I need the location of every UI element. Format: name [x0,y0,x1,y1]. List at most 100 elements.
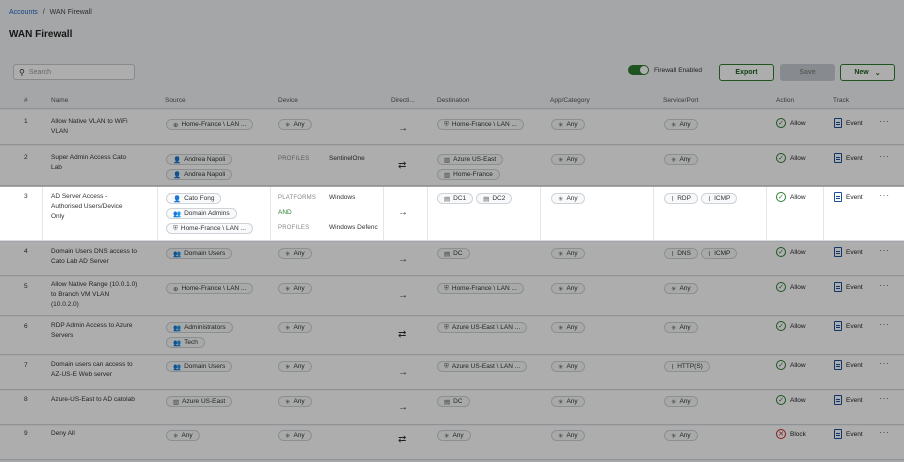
column-header-destination[interactable]: Destination [437,97,470,104]
destination-chip[interactable]: ⛨ Azure US-East \ LAN ... [437,361,528,372]
more-icon[interactable]: ··· [879,246,890,255]
destination-chip[interactable]: ⛨ Azure US-East \ LAN ... [437,322,528,333]
source-chip[interactable]: 👥 Domain Users [166,248,233,259]
search-icon: ⚲ [19,67,25,77]
device-chip[interactable]: ✳ Any [278,322,312,333]
service-chip[interactable]: ⌇ ICMP [700,248,738,259]
more-icon[interactable]: ··· [879,320,890,329]
save-button[interactable]: Save [780,64,835,81]
column-header-device[interactable]: Device [278,97,298,104]
device-chip[interactable]: ✳ Any [278,283,312,294]
more-icon[interactable]: ··· [879,191,890,200]
device-chip[interactable]: ✳ Any [278,361,312,372]
source-chip[interactable]: ▥ Azure US-East [166,396,233,407]
column-header-track[interactable]: Track [833,97,849,104]
app-chip[interactable]: ✳ Any [551,119,585,130]
app-chip[interactable]: ✳ Any [551,248,585,259]
source-chip[interactable]: 👥 Administrators [166,322,233,333]
service-chip[interactable]: ✳ Any [664,322,698,333]
app-chip[interactable]: ✳ Any [551,322,585,333]
app-chip[interactable]: ✳ Any [551,283,585,294]
app-chip[interactable]: ✳ Any [551,396,585,407]
destination-chip[interactable]: ▤ DC2 [476,193,513,204]
service-chip-label: Any [679,121,691,128]
breadcrumb-accounts-link[interactable]: Accounts [9,9,38,16]
service-chip[interactable]: ⌇ ICMP [700,193,738,204]
table-row[interactable]: 4 Domain Users DNS access to Cato Lab AD… [0,242,904,276]
source-chip[interactable]: 👤 Cato Fong [166,193,222,204]
source-chip[interactable]: 👥 Domain Users [166,361,233,372]
column-header-source[interactable]: Source [165,97,186,104]
source-chip[interactable]: ⛨ Home-France \ LAN ... [166,223,253,234]
service-chip[interactable]: ⌇ DNS [664,248,698,259]
track-label: Event [846,430,863,438]
search-input[interactable]: ⚲ Search [13,64,135,80]
table-row[interactable]: 5 Allow Native Range (10.0.1.0) to Branc… [0,277,904,316]
service-chip[interactable]: ✳ Any [664,396,698,407]
destination-chip[interactable]: ▤ DC [437,248,470,259]
service-chip[interactable]: ✳ Any [664,430,698,441]
destination-chip[interactable]: ✳ Any [437,430,471,441]
network-icon: ⛨ [444,362,449,370]
service-chip[interactable]: ✳ Any [664,283,698,294]
source-chip[interactable]: 👥 Tech [166,337,205,348]
column-header-direction[interactable]: Directi... [391,97,415,104]
track-label: Event [846,396,863,404]
more-icon[interactable]: ··· [879,428,890,437]
source-chip[interactable]: ✳ Any [166,430,200,441]
new-button[interactable]: New ⌄ [840,64,895,81]
table-row[interactable]: 7 Domain users can access to AZ-US-E Web… [0,356,904,390]
track-status: Event [834,360,863,370]
table-header: # Name Source Device Directi... Destinat… [0,94,904,109]
more-icon[interactable]: ··· [879,394,890,403]
export-button[interactable]: Export [719,64,774,81]
service-chip-label: Any [679,285,691,292]
firewall-enabled-toggle[interactable] [628,65,649,75]
table-row[interactable]: 9 Deny All ✳ Any ✳ Any ⇄ ✳ Any ✳ Any ✳ Any ✕ B… [0,426,904,460]
table-row[interactable]: 1 Allow Native VLAN to WiFi VLAN ⊕ Home-F… [0,110,904,145]
app-chip[interactable]: ✳ Any [551,361,585,372]
breadcrumb-current: WAN Firewall [49,9,92,16]
host-icon: ▥ [444,156,451,164]
rule-name-line: Super Admin Access Cato [51,154,127,161]
device-chip[interactable]: ✳ Any [278,396,312,407]
source-chip[interactable]: 👥 Domain Admins [166,208,237,219]
more-icon[interactable]: ··· [879,359,890,368]
service-chip[interactable]: ✳ Any [664,119,698,130]
source-chip[interactable]: 👤 Andrea Napoli [166,169,233,180]
more-icon[interactable]: ··· [879,117,890,126]
source-chip[interactable]: 👤 Andrea Napoli [166,154,233,165]
column-header-action[interactable]: Action [776,97,794,104]
service-chip[interactable]: ⌇ RDP [664,193,698,204]
source-chip[interactable]: ⊕ Home-France \ LAN ... [166,119,254,130]
track-label: Event [846,154,863,162]
source-chip[interactable]: ⊕ Home-France \ LAN ... [166,283,254,294]
more-icon[interactable]: ··· [879,281,890,290]
device-chip[interactable]: ✳ Any [278,430,312,441]
device-chip[interactable]: ✳ Any [278,119,312,130]
column-header-app-category[interactable]: App/Category [550,97,590,104]
table-row-selected[interactable]: 3 AD Server Access - Authorised Users/De… [0,187,904,241]
service-chip[interactable]: ✳ Any [664,154,698,165]
device-chip[interactable]: ✳ Any [278,248,312,259]
source-chip-label: Home-France \ LAN ... [181,285,247,292]
column-header-service-port[interactable]: Service/Port [663,97,698,104]
service-chip[interactable]: ⌇ HTTP(S) [664,361,710,372]
app-chip[interactable]: ✳ Any [551,430,585,441]
destination-chip[interactable]: ▤ DC1 [437,193,474,204]
table-row[interactable]: 8 Azure-US-East to AD catolab ▥ Azure US-… [0,391,904,425]
more-icon[interactable]: ··· [879,152,890,161]
destination-chip[interactable]: ▤ DC [437,396,470,407]
destination-chip[interactable]: ⛨ Home-France \ LAN ... [437,119,524,130]
table-row[interactable]: 6 RDP Admin Access to Azure Servers 👥 Adm… [0,317,904,355]
firewall-enabled-label: Firewall Enabled [654,66,703,74]
destination-chip-label: Azure US-East \ LAN ... [451,324,521,331]
app-chip[interactable]: ✳ Any [551,154,585,165]
destination-chip[interactable]: ⛨ Home-France \ LAN ... [437,283,524,294]
action-label: Allow [790,283,806,291]
column-header-name[interactable]: Name [51,97,68,104]
destination-chip[interactable]: ▥ Home-France [437,169,500,180]
destination-chip[interactable]: ▥ Azure US-East [437,154,504,165]
table-row[interactable]: 2 Super Admin Access Cato Lab 👤 Andrea Na… [0,146,904,186]
app-chip[interactable]: ✳ Any [551,193,585,204]
